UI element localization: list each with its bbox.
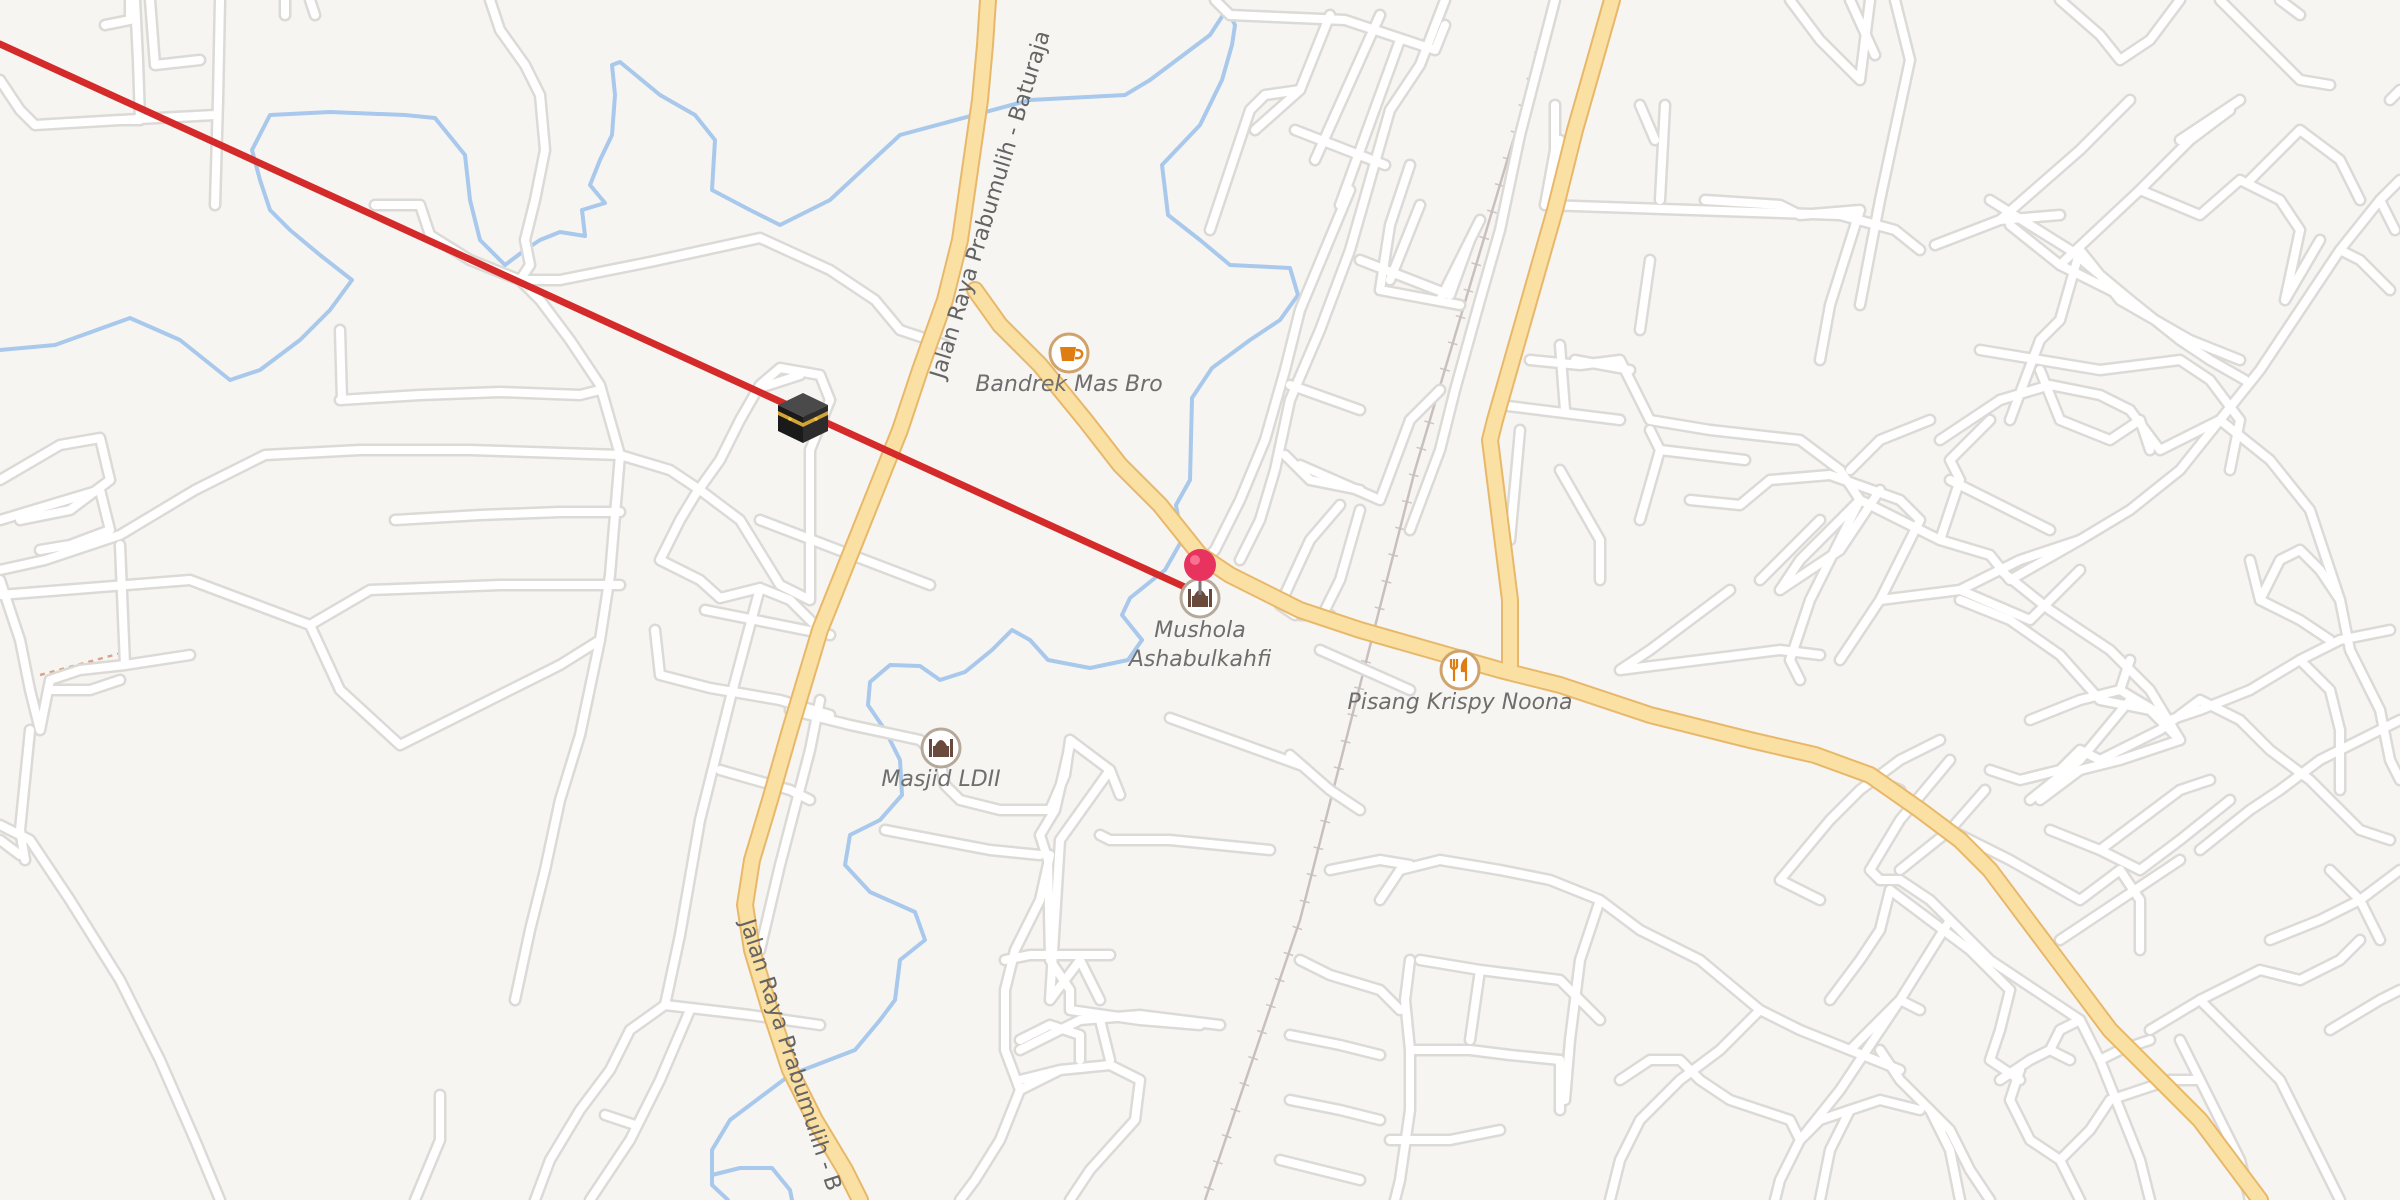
minor-road-segment <box>601 1111 639 1129</box>
poi-label-mushola-line1: Mushola <box>1154 618 1245 643</box>
minor-road-segment <box>1556 341 1569 414</box>
river-west <box>0 110 507 382</box>
minor-road-segment <box>783 703 1062 817</box>
minor-road-segment <box>0 76 219 129</box>
minor-road-segment <box>1523 353 1867 687</box>
minor-road-segment <box>2176 96 2244 144</box>
minor-road-segment <box>1996 96 2134 224</box>
minor-road-segment <box>2056 1096 2114 1164</box>
map-view[interactable]: Jalan Raya Prabumulih - Baturaja Jalan R… <box>0 0 2400 1200</box>
minor-road-segment <box>1656 446 1749 464</box>
map-canvas[interactable]: Jalan Raya Prabumulih - Baturaja Jalan R… <box>0 0 2400 1200</box>
minor-road-segment <box>2043 793 2237 877</box>
minor-road-segment <box>306 0 319 19</box>
poi-label-bandrek-mas-bro: Bandrek Mas Bro <box>975 372 1162 397</box>
minor-road-segment <box>511 636 604 1004</box>
minor-road-segment <box>513 231 952 352</box>
minor-road-segment <box>1846 416 1934 474</box>
minor-road-segment <box>0 821 224 1200</box>
minor-road-segment <box>113 538 197 672</box>
minor-road-segment <box>1506 426 1524 544</box>
minor-road-segment <box>1376 856 1704 964</box>
minor-road-segment <box>1316 646 1414 694</box>
minor-road-segment <box>101 0 134 29</box>
minor-road-segment <box>1656 101 1669 204</box>
coffee-cup-icon <box>1048 332 1090 374</box>
poi-label-mushola-line2: Ashabulkahfi <box>1127 647 1272 672</box>
poi-label-pisang-krispy-noona: Pisang Krispy Noona <box>1347 690 1572 715</box>
minor-road-segment <box>1796 1096 1924 1144</box>
minor-road-segment <box>0 573 132 737</box>
road-label-south: Jalan Raya Prabumulih - B <box>734 914 846 1194</box>
mosque-icon <box>920 727 962 769</box>
minor-road-segment <box>1096 1016 1114 1064</box>
minor-road-segment <box>1636 256 1654 334</box>
minor-road-segment <box>1203 83 1307 237</box>
minor-road-segment <box>1946 476 2054 534</box>
minor-road-segment <box>211 0 224 209</box>
minor-road-segment <box>1276 1156 1364 1184</box>
poi-bandrek-mas-bro[interactable]: Bandrek Mas Bro <box>975 332 1163 397</box>
minor-road-segment <box>2216 0 2334 89</box>
minor-road-segment <box>1248 8 1337 137</box>
minor-road-segment <box>586 1006 694 1200</box>
minor-road-segment <box>516 234 949 349</box>
minor-road-segment <box>1286 381 1364 414</box>
minor-road-segment <box>1286 751 1364 814</box>
minor-road-segment <box>2326 986 2400 1034</box>
minor-road-segment <box>483 0 552 287</box>
minor-road-segment <box>1701 196 1864 364</box>
minor-road-segment <box>1613 1053 1807 1200</box>
fork-knife-icon <box>1439 649 1481 691</box>
minor-road-segment <box>336 326 346 404</box>
minor-road-segment <box>0 818 227 1200</box>
minor-road-segment <box>1466 966 1484 1044</box>
poi-label-masjid-ldii: Masjid LDII <box>881 767 1000 792</box>
river-central <box>503 0 1227 267</box>
minor-road-segment <box>2193 993 2347 1200</box>
minor-road-segment <box>2136 106 2234 194</box>
river-south <box>710 628 1144 1200</box>
minor-road-segment <box>486 0 549 284</box>
minor-road-segment <box>1166 714 1304 769</box>
minor-road-segment <box>1196 186 1354 569</box>
minor-road-segment <box>1526 356 1864 684</box>
